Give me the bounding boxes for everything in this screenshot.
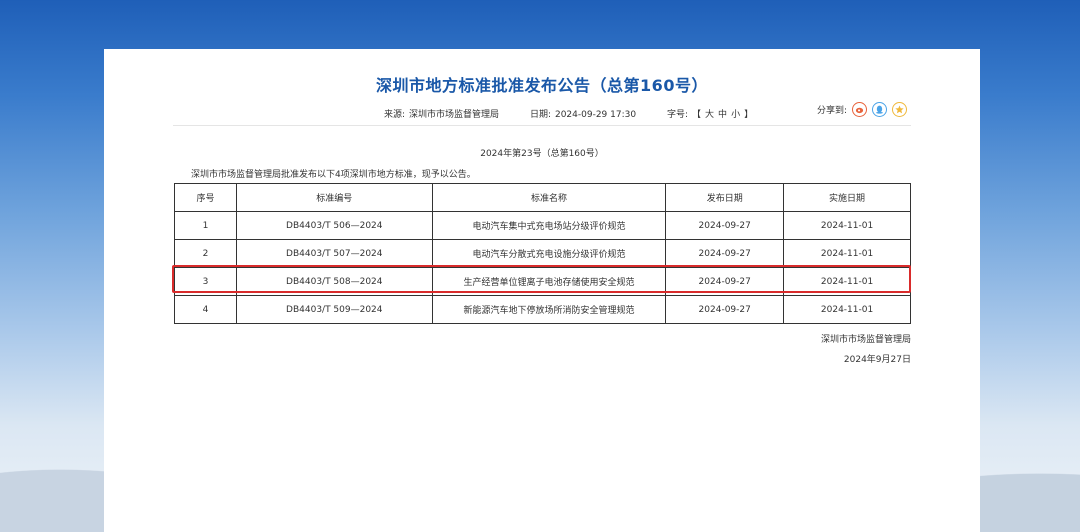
notice-number: 2024年第23号（总第160号） [480,149,604,159]
font-bracket-open: 【 [692,110,702,120]
header-effective-date: 实施日期 [783,183,911,212]
table-row: 2 DB4403/T 507—2024 电动汽车分散式充电设施分级评价规范 20… [174,239,911,268]
cell-standard-code: DB4403/T 506—2024 [235,211,433,240]
cell-index: 2 [174,239,237,268]
cell-standard-code: DB4403/T 509—2024 [235,295,433,324]
standards-table: 序号 标准编号 标准名称 发布日期 实施日期 1 DB4403/T 506—20… [174,183,911,324]
table-header-row: 序号 标准编号 标准名称 发布日期 实施日期 [174,183,911,212]
notice-intro: 深圳市市场监督管理局批准发布以下4项深圳市地方标准，现予以公告。 [191,170,476,180]
header-standard-name: 标准名称 [431,183,667,212]
cell-index: 4 [174,295,237,324]
cell-effective-date: 2024-11-01 [783,295,911,324]
cell-effective-date: 2024-11-01 [783,211,911,240]
font-size-label: 字号: [666,110,689,120]
cell-standard-name: 新能源汽车地下停放场所消防安全管理规范 [431,295,667,324]
signature-date: 2024年9月27日 [843,355,911,365]
header-publish-date: 发布日期 [665,183,785,212]
signature-block: 深圳市市场监督管理局 2024年9月27日 [821,330,911,370]
header-index: 序号 [174,183,237,212]
cell-standard-name: 电动汽车分散式充电设施分级评价规范 [431,239,667,268]
cell-publish-date: 2024-09-27 [665,211,785,240]
date-label: 日期: [529,110,551,120]
date-value: 2024-09-29 17:30 [554,110,637,120]
table-row: 1 DB4403/T 506—2024 电动汽车集中式充电场站分级评价规范 20… [174,211,911,240]
cell-standard-code: DB4403/T 507—2024 [235,239,433,268]
font-size-large[interactable]: 大 [705,110,714,120]
font-size-medium[interactable]: 中 [718,110,727,120]
header-divider [173,125,911,126]
font-bracket-close: 】 [744,110,754,120]
cell-effective-date: 2024-11-01 [783,239,911,268]
row-highlight-box [172,265,911,293]
page-title: 深圳市地方标准批准发布公告（总第160号） [376,76,708,95]
cell-standard-name: 电动汽车集中式充电场站分级评价规范 [431,211,667,240]
cell-publish-date: 2024-09-27 [665,239,785,268]
weibo-icon[interactable] [852,102,868,117]
notice-card: 深圳市地方标准批准发布公告（总第160号） 来源: 深圳市市场监督管理局 日期: 2… [104,49,980,532]
signature-org: 深圳市市场监督管理局 [820,335,911,345]
share-label: 分享到: [817,106,848,116]
cell-publish-date: 2024-09-27 [665,295,785,324]
article-meta: 来源: 深圳市市场监督管理局 日期: 2024-09-29 17:30 字号: 【大中… [384,107,781,120]
source-label: 来源: [384,110,406,120]
qq-icon[interactable] [872,102,888,117]
table-row: 4 DB4403/T 509—2024 新能源汽车地下停放场所消防安全管理规范 … [174,295,911,324]
source-value: 深圳市市场监督管理局 [409,110,500,120]
header-standard-code: 标准编号 [235,183,433,212]
font-size-small[interactable]: 小 [731,110,740,120]
cell-index: 1 [174,211,237,240]
share-bar: 分享到: [817,102,908,117]
favorite-icon[interactable] [892,102,908,117]
